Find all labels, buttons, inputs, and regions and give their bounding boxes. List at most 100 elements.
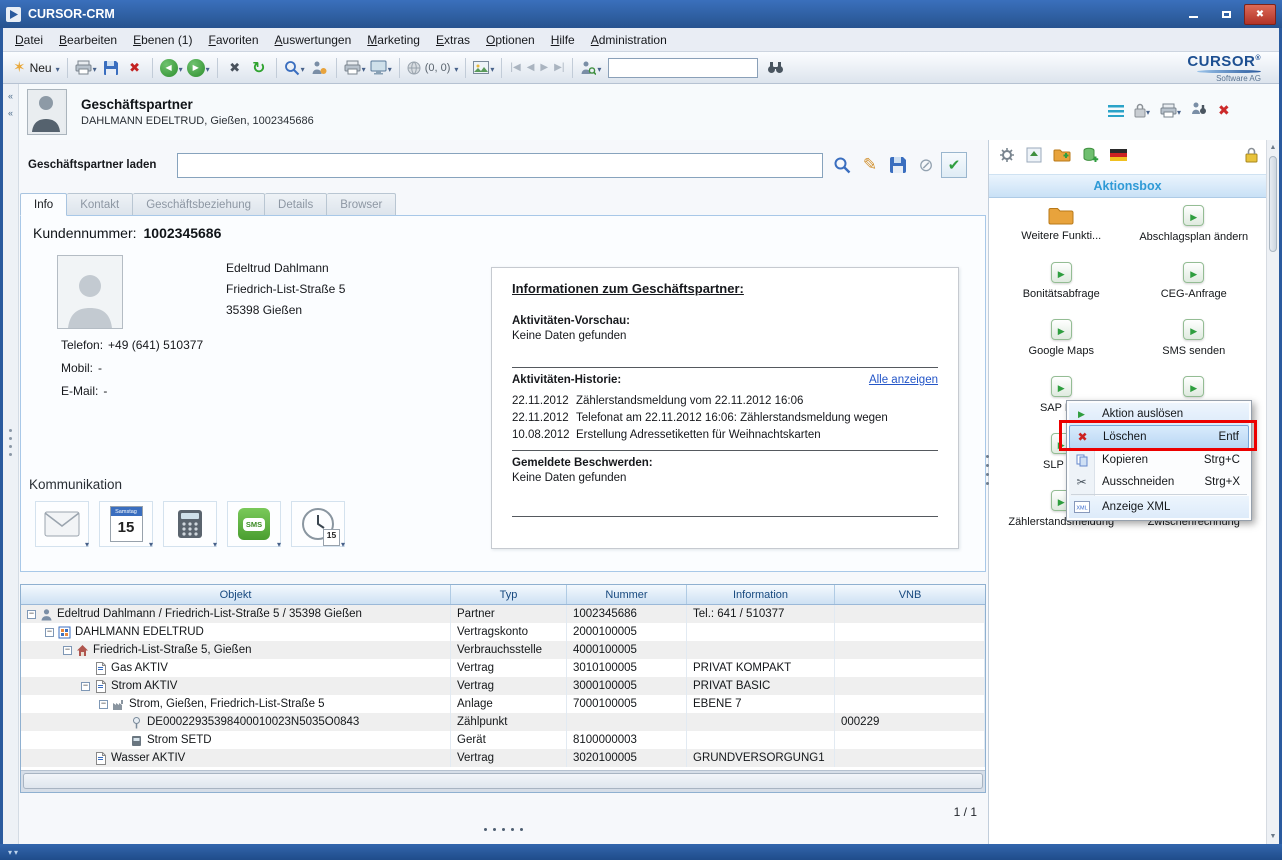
menu-auswertungen[interactable]: Auswertungen: [275, 33, 352, 47]
scroll-down-icon[interactable]: [1267, 830, 1279, 843]
save-button[interactable]: [99, 56, 123, 80]
nav-first-button[interactable]: [510, 62, 520, 73]
action-google-maps[interactable]: Google Maps: [995, 318, 1128, 375]
column-information[interactable]: Information: [687, 585, 835, 604]
close-button[interactable]: [1244, 4, 1276, 25]
person-settings-button[interactable]: [307, 56, 331, 80]
menu-item-loeschen[interactable]: Löschen Entf: [1069, 425, 1249, 449]
scrollbar-thumb[interactable]: [23, 773, 983, 789]
left-splitter-handle[interactable]: [9, 429, 12, 456]
find-button[interactable]: [763, 56, 787, 80]
menu-administration[interactable]: Administration: [591, 33, 667, 47]
loader-input[interactable]: [177, 153, 823, 178]
search-settings-button[interactable]: [282, 56, 307, 80]
new-button[interactable]: Neu: [11, 56, 62, 80]
menu-item-kopieren[interactable]: Kopieren Strg+C: [1069, 449, 1249, 471]
table-row[interactable]: DAHLMANN EDELTRUD Vertragskonto200010000…: [21, 623, 985, 641]
column-nummer[interactable]: Nummer: [567, 585, 687, 604]
collapse-left-icon[interactable]: [3, 91, 18, 101]
add-folder-button[interactable]: [1053, 147, 1071, 167]
print-list-button[interactable]: [342, 56, 368, 80]
screen-view-button[interactable]: [368, 56, 394, 80]
tab-kontakt[interactable]: Kontakt: [67, 193, 133, 216]
nav-previous-button[interactable]: [527, 62, 535, 73]
menu-hilfe[interactable]: Hilfe: [551, 33, 575, 47]
tab-browser[interactable]: Browser: [327, 193, 396, 216]
lock-button[interactable]: [1134, 102, 1150, 120]
action-weitere-funktionen[interactable]: Weitere Funkti...: [995, 204, 1128, 261]
maximize-button[interactable]: [1211, 5, 1241, 24]
loader-save-button[interactable]: [885, 152, 911, 178]
back-button[interactable]: [158, 56, 185, 80]
table-row[interactable]: Strom AKTIV Vertrag3000100005PRIVAT BASI…: [21, 677, 985, 695]
table-row[interactable]: DE00022935398400010023N5035O0843 Zählpun…: [21, 713, 985, 731]
horizontal-splitter-handle[interactable]: [19, 828, 988, 831]
sms-button[interactable]: SMS: [227, 501, 281, 547]
quick-search-input[interactable]: [608, 58, 758, 78]
table-row[interactable]: Strom, Gießen, Friedrich-List-Straße 5 A…: [21, 695, 985, 713]
scroll-up-icon[interactable]: [1267, 141, 1279, 154]
horizontal-scrollbar[interactable]: [21, 770, 985, 792]
menu-ebenen[interactable]: Ebenen (1): [133, 33, 192, 47]
loader-search-button[interactable]: [829, 152, 855, 178]
level-up-button[interactable]: [1026, 147, 1042, 168]
action-bonitaetsabfrage[interactable]: Bonitätsabfrage: [995, 261, 1128, 318]
settings-button[interactable]: [999, 147, 1015, 168]
image-button[interactable]: [471, 56, 496, 80]
delete-button[interactable]: [223, 56, 247, 80]
menu-optionen[interactable]: Optionen: [486, 33, 535, 47]
menu-item-aktion-ausloesen[interactable]: Aktion auslösen: [1069, 403, 1249, 425]
print-button[interactable]: [73, 56, 99, 80]
scheduler-button[interactable]: 15: [291, 501, 345, 547]
selection-counter-button[interactable]: (0, 0): [405, 56, 461, 80]
menu-favoriten[interactable]: Favoriten: [208, 33, 258, 47]
sidebar-scrollbar[interactable]: [1266, 140, 1279, 844]
minimize-button[interactable]: [1178, 5, 1208, 24]
nav-last-button[interactable]: [554, 62, 564, 73]
tab-geschaeftsbeziehung[interactable]: Geschäftsbeziehung: [133, 193, 265, 216]
person-search-button[interactable]: [578, 56, 603, 80]
menu-extras[interactable]: Extras: [436, 33, 470, 47]
menu-item-ausschneiden[interactable]: Ausschneiden Strg+X: [1069, 471, 1249, 493]
edit-button[interactable]: [857, 152, 883, 178]
menu-item-anzeige-xml[interactable]: XML Anzeige XML: [1069, 496, 1249, 518]
cancel-button[interactable]: [913, 152, 939, 178]
menu-marketing[interactable]: Marketing: [367, 33, 420, 47]
table-row[interactable]: Wasser AKTIV Vertrag3020100005GRUNDVERSO…: [21, 749, 985, 767]
refresh-button[interactable]: [247, 56, 271, 80]
table-row[interactable]: Strom SETD Gerät8100000003: [21, 731, 985, 749]
list-view-icon[interactable]: [1108, 105, 1124, 117]
tree-expander[interactable]: [63, 646, 72, 655]
collapse-left-icon-2[interactable]: [3, 108, 18, 118]
menu-bearbeiten[interactable]: Bearbeiten: [59, 33, 117, 47]
tree-expander[interactable]: [81, 682, 90, 691]
column-vnb[interactable]: VNB: [835, 585, 985, 604]
menu-datei[interactable]: Datei: [15, 33, 43, 47]
confirm-button[interactable]: [941, 152, 967, 178]
history-entry[interactable]: 22.11.2012Zählerstandsmeldung vom 22.11.…: [512, 393, 938, 410]
phone-button[interactable]: [163, 501, 217, 547]
action-abschlagsplan-aendern[interactable]: Abschlagsplan ändern: [1128, 204, 1261, 261]
table-row[interactable]: Edeltrud Dahlmann / Friedrich-List-Straß…: [21, 605, 985, 623]
sidebar-lock-button[interactable]: [1245, 147, 1258, 168]
header-close-record-button[interactable]: [1218, 102, 1230, 120]
history-entry[interactable]: 10.08.2012Erstellung Adressetiketten für…: [512, 427, 938, 444]
show-all-link[interactable]: Alle anzeigen: [869, 374, 938, 386]
forward-button[interactable]: [185, 56, 212, 80]
email-button[interactable]: [35, 501, 89, 547]
table-row[interactable]: Friedrich-List-Straße 5, Gießen Verbrauc…: [21, 641, 985, 659]
add-record-button[interactable]: [1082, 147, 1099, 168]
scrollbar-thumb[interactable]: [1269, 156, 1277, 252]
action-ceg-anfrage[interactable]: CEG-Anfrage: [1128, 261, 1261, 318]
column-objekt[interactable]: Objekt: [21, 585, 451, 604]
appointment-button[interactable]: Samstag 15: [99, 501, 153, 547]
german-flag-button[interactable]: [1110, 148, 1127, 166]
column-typ[interactable]: Typ: [451, 585, 567, 604]
discard-button[interactable]: [123, 56, 147, 80]
vertical-splitter-handle[interactable]: [986, 455, 989, 485]
tree-expander[interactable]: [99, 700, 108, 709]
tree-expander[interactable]: [27, 610, 36, 619]
header-print-button[interactable]: [1160, 102, 1181, 120]
tab-info[interactable]: Info: [20, 193, 67, 216]
history-entry[interactable]: 22.11.2012Telefonat am 22.11.2012 16:06:…: [512, 410, 938, 427]
